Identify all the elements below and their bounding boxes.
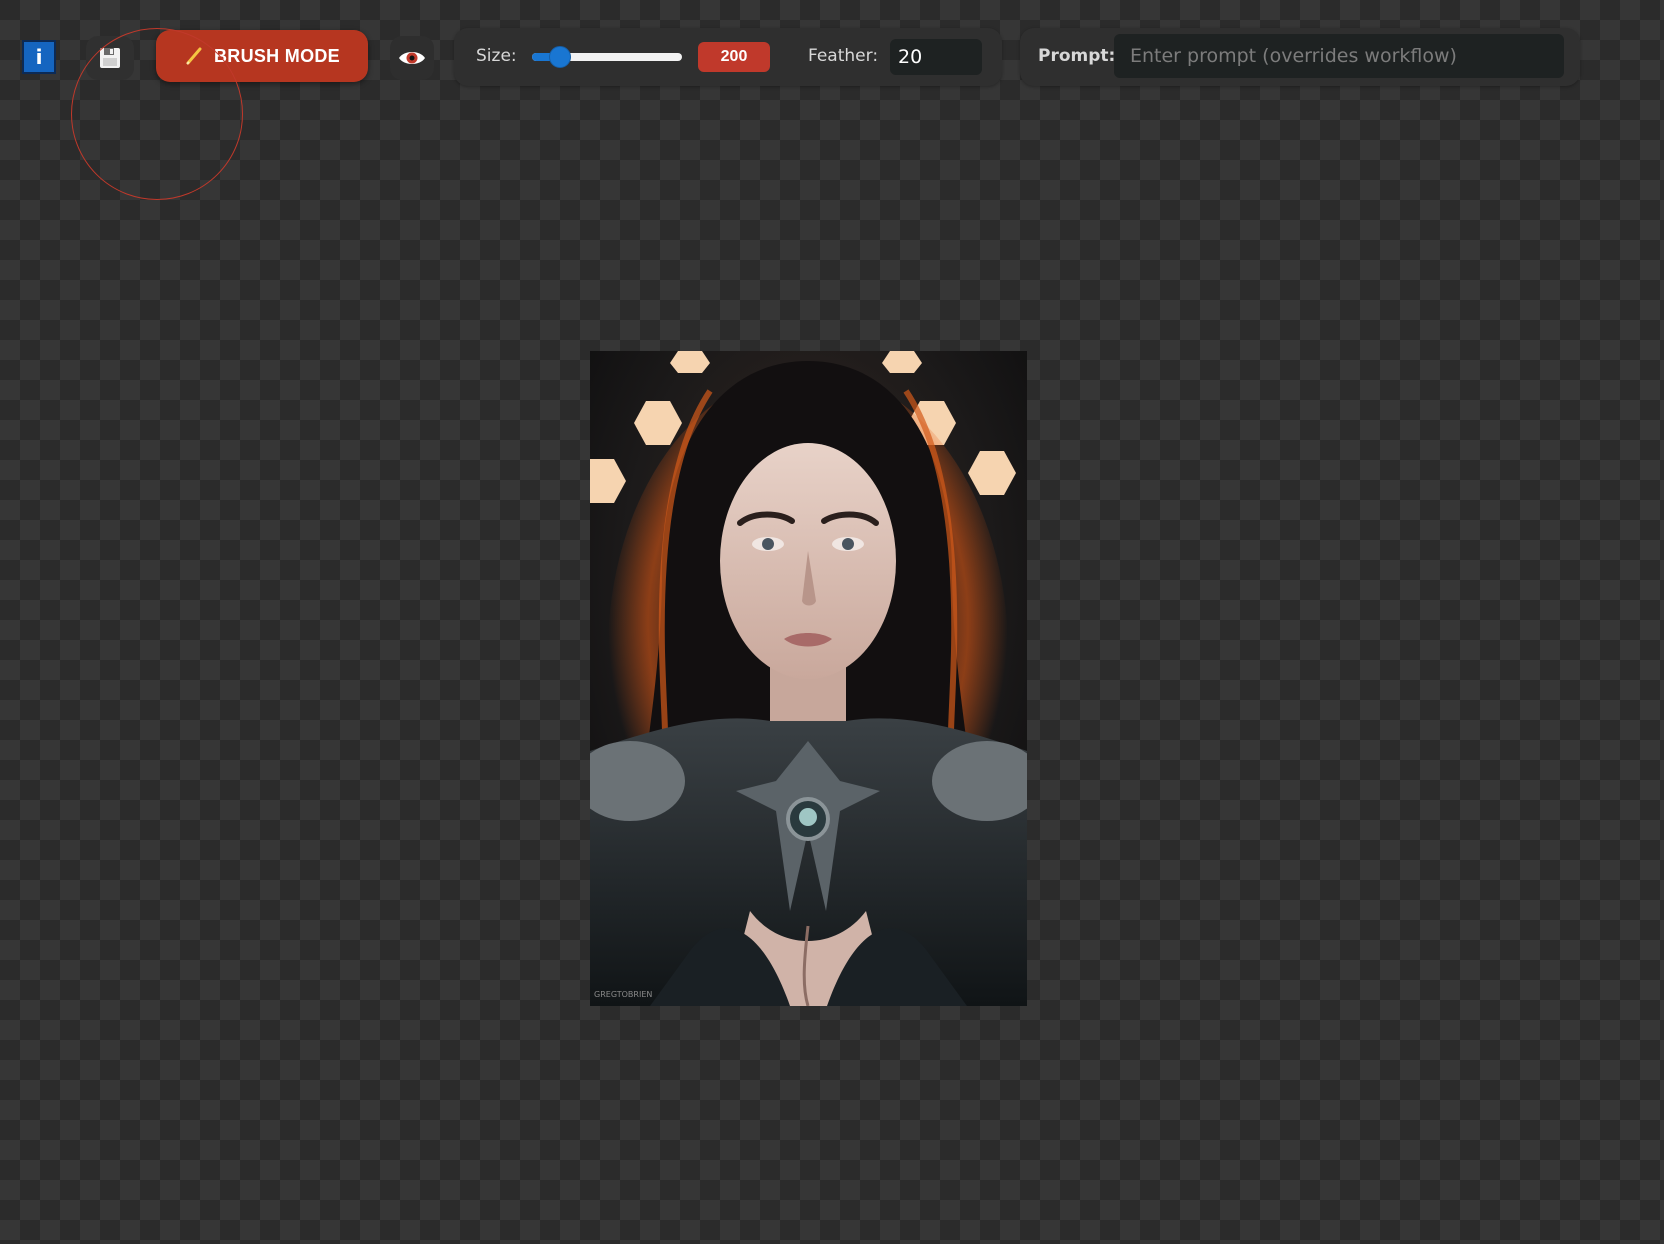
info-icon: i bbox=[35, 45, 43, 69]
info-button[interactable]: i bbox=[22, 40, 56, 74]
brush-mode-button[interactable]: BRUSH MODE bbox=[156, 30, 368, 82]
size-value-badge: 200 bbox=[698, 42, 770, 72]
size-label: Size: bbox=[476, 46, 517, 66]
preview-toggle-button[interactable] bbox=[390, 36, 434, 80]
brush-controls-panel: Size: 200 Feather: bbox=[454, 28, 1002, 86]
pencil-icon bbox=[186, 47, 202, 65]
size-slider[interactable] bbox=[532, 46, 682, 68]
save-button[interactable] bbox=[86, 36, 134, 80]
eye-icon bbox=[399, 52, 425, 64]
floppy-disk-icon bbox=[100, 48, 120, 68]
prompt-panel: Prompt: bbox=[1020, 28, 1580, 86]
canvas-image[interactable]: GREGTOBRIEN bbox=[590, 351, 1027, 1006]
brush-mode-label: BRUSH MODE bbox=[213, 45, 340, 66]
feather-label: Feather: bbox=[808, 46, 879, 66]
prompt-label: Prompt: bbox=[1038, 46, 1116, 66]
size-slider-thumb[interactable] bbox=[548, 46, 571, 68]
prompt-input[interactable] bbox=[1114, 34, 1564, 78]
feather-input[interactable] bbox=[890, 39, 982, 75]
image-watermark: GREGTOBRIEN bbox=[594, 990, 652, 999]
portrait-image: GREGTOBRIEN bbox=[590, 351, 1027, 1006]
